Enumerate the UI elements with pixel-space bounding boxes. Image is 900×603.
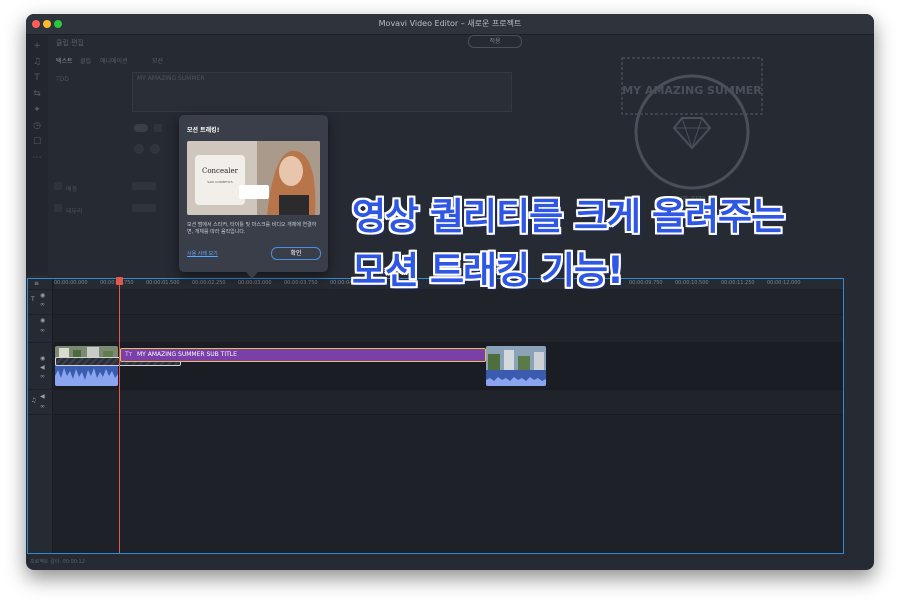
project-length: 프로젝트 길이: 00:00:12 [30, 559, 85, 565]
ruler-tick: 00:00:12.000 [767, 280, 801, 286]
ruler-tick: 00:00:11.250 [721, 280, 755, 286]
video-clip[interactable] [55, 346, 118, 386]
volume-icon[interactable]: ◀ [40, 393, 45, 400]
link-icon[interactable]: ∞ [40, 373, 45, 380]
background-checkbox[interactable] [54, 182, 62, 190]
timeline-panel: ≡ 00:00:00.000 00:00:00.750 00:00:01.500… [27, 277, 844, 554]
tab-text[interactable]: 텍스트 [56, 56, 73, 65]
overlay-track[interactable] [54, 315, 843, 343]
caption-line-2: 모션 트래킹 기능! [352, 249, 624, 292]
ruler-tick: 00:00:09.750 [629, 280, 663, 286]
link-icon[interactable]: ∞ [40, 301, 45, 308]
popup-preview-image: Concealer SAKI COSMETICS [187, 141, 320, 215]
preview-title-text: MY AMAZING SUMMER [622, 84, 762, 97]
popup-title: 모션 트래킹! [187, 127, 220, 134]
video-track-controls: ◉ ◀ ∞ [28, 343, 53, 389]
more-tools-icon[interactable]: ⋯ [32, 153, 42, 163]
popup-image-brand: Concealer [202, 167, 239, 175]
popup-preview-illustration: Concealer SAKI COSMETICS [187, 141, 320, 215]
caption-line-1: 영상 퀄리티를 크게 올려주는 [352, 195, 785, 238]
font-field[interactable]: TDD [56, 76, 69, 83]
border-checkbox[interactable] [54, 204, 62, 212]
timeline-menu-icon[interactable]: ≡ [34, 280, 39, 287]
popup-image-caption: SAKI COSMETICS [207, 180, 232, 184]
sticker-icon[interactable]: ☐ [32, 137, 42, 147]
playhead[interactable] [119, 277, 120, 553]
option-row-background: 배경 [66, 186, 78, 193]
ruler-tick: 00:00:03.000 [238, 280, 272, 286]
title-clip[interactable]: Tт MY AMAZING SUMMER SUB TITLE [120, 348, 486, 362]
ruler-tick: 00:00:03.750 [284, 280, 318, 286]
visibility-icon[interactable]: ◉ [40, 317, 45, 324]
audio-track-controls: ♫ ◀ ∞ [28, 390, 53, 414]
empty-track-gutter [28, 415, 53, 553]
window-title: Movavi Video Editor – 새로운 프로젝트 [378, 19, 522, 28]
popup-description: 모션 범에서 스티커, 타이틀 및 마스크를 비디오 개체에 연결하면, 개체를… [187, 222, 317, 235]
use-case-link[interactable]: 사용 사례 보기 [187, 250, 218, 257]
visibility-icon[interactable]: ◉ [40, 355, 45, 362]
popup-pointer [246, 272, 258, 279]
ruler-tick: 00:00:00.000 [54, 280, 88, 286]
timeline-settings[interactable]: ≡ [28, 279, 53, 289]
option-row-border: 테두리 [66, 208, 83, 215]
ruler-tick: 00:00:04 [330, 280, 353, 286]
tab-clip[interactable]: 클립 [80, 56, 91, 65]
toggle-switch[interactable] [134, 124, 148, 132]
music-track-icon: ♫ [31, 397, 37, 404]
tab-animation[interactable]: 애니메이션 [100, 56, 128, 65]
visibility-icon[interactable]: ◉ [40, 292, 45, 299]
apply-button[interactable]: 적용 [468, 35, 522, 48]
transition-icon[interactable]: ⇆ [32, 89, 42, 99]
title-clip-label: MY AMAZING SUMMER SUB TITLE [137, 351, 237, 358]
ruler-tick: 00:00:10.500 [675, 280, 709, 286]
align-left-icon[interactable] [134, 144, 144, 154]
text-track-icon: T [31, 296, 35, 303]
align-center-icon[interactable] [150, 144, 160, 154]
tool-sidebar: + ♫ T ⇆ ✦ ◷ ☐ ⋯ [26, 35, 48, 275]
ruler-tick: 00:00:02.250 [192, 280, 226, 286]
title-text-input[interactable]: MY AMAZING SUMMER [132, 72, 512, 112]
background-toggle[interactable] [132, 182, 156, 190]
filter-icon[interactable]: ✦ [32, 105, 42, 115]
video-clip-thumbnails [486, 346, 546, 386]
border-toggle[interactable] [132, 204, 156, 212]
add-media-icon[interactable]: + [32, 41, 42, 51]
motion-tracking-popup: 모션 트래킹! Concealer SAKI COSMETICS 모션 범에서 … [179, 115, 328, 272]
audio-track[interactable] [54, 390, 843, 415]
title-bar: Movavi Video Editor – 새로운 프로젝트 [26, 14, 874, 35]
panel-title: 클립 편집 [56, 39, 84, 47]
clock-icon[interactable]: ◷ [32, 121, 42, 131]
link-icon[interactable]: ∞ [40, 403, 45, 410]
title-icon[interactable]: T [32, 73, 42, 83]
title-track-controls: T ◉ ∞ [28, 290, 53, 314]
title-clip-icon: Tт [125, 351, 133, 358]
link-icon[interactable]: ∞ [40, 327, 45, 334]
option-chip[interactable] [154, 124, 162, 132]
ruler-tick: 00:00:01.500 [146, 280, 180, 286]
video-clip-thumbnails [55, 346, 118, 386]
overlay-track-controls: ◉ ∞ [28, 315, 53, 342]
video-clip[interactable] [486, 346, 546, 386]
tab-motion[interactable]: 모션 [152, 56, 163, 65]
music-icon[interactable]: ♫ [32, 57, 42, 67]
popup-ok-button[interactable]: 확인 [271, 247, 321, 260]
volume-icon[interactable]: ◀ [40, 364, 45, 371]
